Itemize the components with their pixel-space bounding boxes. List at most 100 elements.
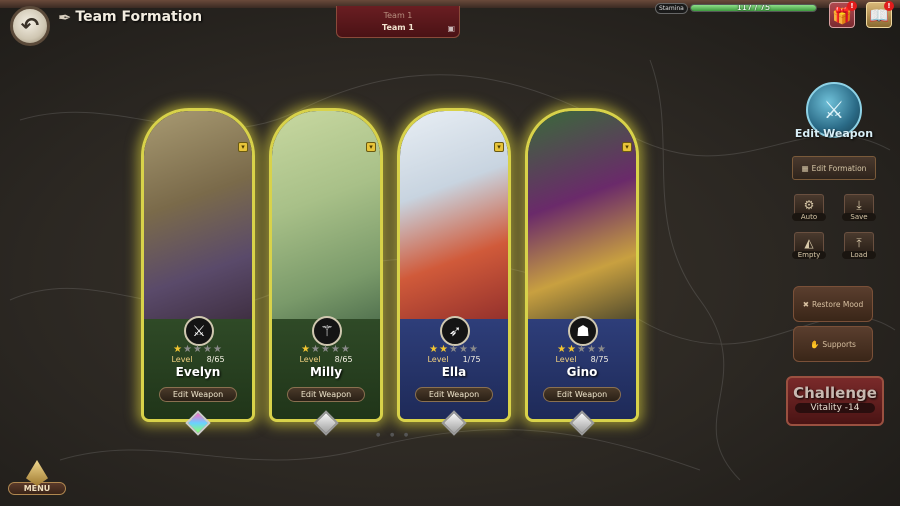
- character-name: Milly: [309, 365, 343, 379]
- empty-button[interactable]: ◭ Empty: [792, 232, 826, 262]
- star-empty-icon: ★: [449, 344, 459, 355]
- book-icon: ☗: [568, 316, 598, 346]
- level-value: 8/75: [590, 355, 609, 364]
- save-button[interactable]: ⤓ Save: [842, 194, 876, 224]
- crown-icon: ▾: [366, 142, 376, 152]
- star-empty-icon: ★: [321, 344, 331, 355]
- bow-icon: ➶: [440, 316, 470, 346]
- sword-icon: ⚔: [184, 316, 214, 346]
- edit-weapon-main-button[interactable]: ⚔ Edit Weapon: [795, 82, 873, 142]
- level-value: 1/75: [462, 355, 481, 364]
- rarity-stars: ★★★★★: [272, 344, 380, 355]
- heart-icon: ✖: [802, 299, 810, 309]
- menu-button[interactable]: MENU: [8, 460, 66, 506]
- level-row: Level 8/65: [144, 355, 252, 364]
- crown-icon: ▾: [494, 142, 504, 152]
- edit-formation-label: Edit Formation: [811, 163, 867, 173]
- grid-icon: ▦: [801, 163, 809, 173]
- stamina-label: Stamina: [655, 2, 688, 14]
- card-edit-weapon-button[interactable]: Edit Weapon: [159, 387, 237, 402]
- star-filled-icon: ★: [557, 344, 568, 355]
- stamina-value: 117 / 75: [736, 4, 771, 12]
- star-filled-icon: ★: [567, 344, 578, 355]
- rarity-stars: ★★★★★: [400, 344, 508, 355]
- character-card[interactable]: ▾ ⚔ ★★★★★ Level 8/65 Evelyn Edit Weapon: [141, 108, 255, 422]
- empty-label: Empty: [792, 251, 826, 259]
- star-filled-icon: ★: [429, 344, 440, 355]
- star-empty-icon: ★: [202, 344, 213, 355]
- level-row: Level 8/65: [272, 355, 380, 364]
- level-row: Level 1/75: [400, 355, 508, 364]
- stamina-meter: Stamina 117 / 75: [655, 2, 817, 14]
- level-label: Level: [427, 355, 449, 364]
- supports-label: Supports: [822, 339, 856, 349]
- card-edit-weapon-button[interactable]: Edit Weapon: [415, 387, 493, 402]
- character-name: Evelyn: [175, 365, 221, 379]
- stamina-bar: 117 / 75: [689, 4, 817, 12]
- character-name: Ella: [441, 365, 467, 379]
- character-card[interactable]: ▾ ➶ ★★★★★ Level 1/75 Ella Edit Weapon: [397, 108, 511, 422]
- challenge-label: Challenge: [793, 384, 877, 402]
- star-filled-icon: ★: [173, 344, 184, 355]
- staff-icon: ⚚: [312, 316, 342, 346]
- character-name: Gino: [566, 365, 598, 379]
- back-button[interactable]: ↶: [10, 6, 50, 46]
- character-card[interactable]: ▾ ⚚ ★★★★★ Level 8/65 Milly Edit Weapon: [269, 108, 383, 422]
- notification-badge: !: [884, 1, 894, 11]
- challenge-button[interactable]: Challenge Vitality -14: [786, 376, 884, 426]
- star-empty-icon: ★: [340, 344, 351, 355]
- present-button[interactable]: 🎁 !: [829, 1, 857, 28]
- vitality-cost: Vitality -14: [795, 403, 875, 413]
- character-portrait: [528, 111, 636, 333]
- star-filled-icon: ★: [301, 344, 312, 355]
- rarity-stars: ★★★★★: [144, 344, 252, 355]
- star-empty-icon: ★: [330, 344, 341, 355]
- edit-weapon-main-label: Edit Weapon: [794, 127, 874, 140]
- level-label: Level: [555, 355, 577, 364]
- notification-badge: !: [847, 1, 857, 11]
- quest-log-button[interactable]: 📖 !: [866, 1, 894, 28]
- hands-icon: ✋: [810, 339, 820, 349]
- load-label: Load: [842, 251, 876, 259]
- team-tab-label: Team 1: [382, 23, 414, 32]
- card-edit-weapon-button[interactable]: Edit Weapon: [543, 387, 621, 402]
- star-filled-icon: ★: [439, 344, 450, 355]
- quill-icon: ✒: [58, 7, 72, 27]
- team-selector-tab[interactable]: Team 1 Team 1 ▣: [336, 6, 460, 38]
- auto-label: Auto: [792, 213, 826, 221]
- page-title: Team Formation: [75, 9, 203, 25]
- save-label: Save: [842, 213, 876, 221]
- rarity-stars: ★★★★★: [528, 344, 636, 355]
- level-value: 8/65: [206, 355, 225, 364]
- edit-formation-button[interactable]: ▦ Edit Formation: [792, 156, 876, 180]
- load-button[interactable]: ⤒ Load: [842, 232, 876, 262]
- star-empty-icon: ★: [596, 344, 607, 355]
- level-value: 8/65: [334, 355, 353, 364]
- restore-mood-label: Restore Mood: [812, 299, 864, 309]
- character-card[interactable]: ▾ ☗ ★★★★★ Level 8/75 Gino Edit Weapon: [525, 108, 639, 422]
- back-arrow-icon: ↶: [20, 13, 40, 39]
- star-empty-icon: ★: [311, 344, 322, 355]
- card-edit-weapon-button[interactable]: Edit Weapon: [287, 387, 365, 402]
- character-portrait: [144, 111, 252, 333]
- crown-icon: ▾: [238, 142, 248, 152]
- star-empty-icon: ★: [586, 344, 597, 355]
- star-empty-icon: ★: [193, 344, 203, 355]
- character-portrait: [400, 111, 508, 333]
- star-empty-icon: ★: [458, 344, 469, 355]
- supports-button[interactable]: ✋ Supports: [793, 326, 873, 362]
- character-portrait: [272, 111, 380, 333]
- level-row: Level 8/75: [528, 355, 636, 364]
- star-empty-icon: ★: [183, 344, 194, 355]
- star-empty-icon: ★: [577, 344, 587, 355]
- lock-icon: ▣: [447, 24, 455, 33]
- level-label: Level: [171, 355, 193, 364]
- auto-button[interactable]: ⚙ Auto: [792, 194, 826, 224]
- page-indicator: ● ● ●: [376, 432, 413, 438]
- restore-mood-button[interactable]: ✖ Restore Mood: [793, 286, 873, 322]
- team-tab-top-label: Team 1: [383, 11, 413, 20]
- star-empty-icon: ★: [212, 344, 223, 355]
- level-label: Level: [299, 355, 321, 364]
- crown-icon: ▾: [622, 142, 632, 152]
- title-area: ✒ Team Formation: [58, 6, 202, 28]
